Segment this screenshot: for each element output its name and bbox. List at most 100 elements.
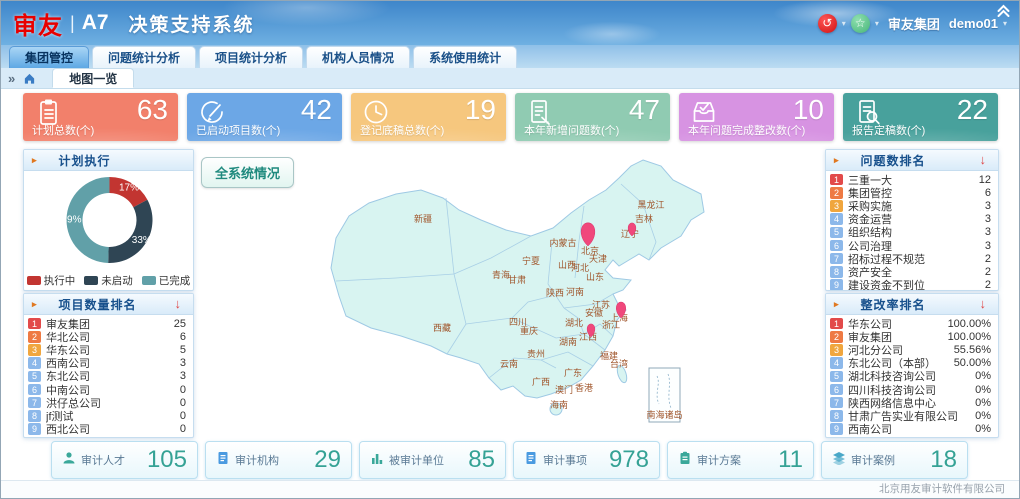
header-right: ↺ ▾ ☆ ▾ 审友集团 demo01 ▾ — [818, 14, 1007, 33]
theme-icon[interactable]: ☆ — [851, 14, 870, 33]
sort-desc-icon[interactable]: ↓ — [175, 296, 182, 311]
rank-badge: 2 — [28, 331, 41, 343]
bottom-stat-6[interactable]: 审计案例18 — [821, 441, 968, 479]
province-label-湖南: 湖南 — [559, 336, 577, 347]
province-label-云南: 云南 — [500, 358, 518, 369]
rank-badge: 3 — [28, 344, 41, 356]
home-icon[interactable] — [23, 72, 36, 85]
province-label-宁夏: 宁夏 — [522, 255, 540, 266]
rank-badge: 9 — [830, 423, 843, 435]
sort-desc-icon[interactable]: ↓ — [980, 152, 987, 167]
province-label-澳门: 澳门 — [555, 384, 573, 395]
bottom-stat-4[interactable]: 审计事项 978 — [513, 441, 660, 479]
panel-header: ▸ 计划执行 — [24, 150, 193, 171]
province-label-广东: 广东 — [564, 367, 582, 378]
donut-legend: 执行中未启动已完成 — [24, 273, 193, 288]
main-tab-4[interactable]: 机构人员情况 — [306, 46, 410, 68]
chevron-down-icon[interactable]: ▾ — [842, 19, 846, 28]
stat-card-label: 计划总数(个) — [32, 122, 94, 138]
rank-badge: 1 — [830, 318, 843, 330]
rank-value: 6 — [180, 331, 186, 343]
collapse-up-icon[interactable] — [996, 4, 1011, 24]
stat-card-label: 报告定稿数(个) — [852, 122, 925, 138]
whole-system-button[interactable]: 全系统情况 — [201, 157, 294, 188]
rank-value: 50.00% — [954, 357, 991, 369]
rank-value: 0% — [975, 370, 991, 382]
rank-value: 5 — [180, 344, 186, 356]
stat-card-label: 本年新增问题数(个) — [524, 122, 619, 138]
province-label-山东: 山东 — [586, 271, 604, 282]
bottom-stat-value: 18 — [930, 446, 957, 474]
province-label-山西: 山西 — [558, 260, 576, 270]
bottom-stat-value: 978 — [609, 446, 649, 474]
bottom-stat-3[interactable]: 被审计单位85 — [359, 441, 506, 479]
rank-value: 3 — [180, 357, 186, 369]
panel-project-rank: ▸ 项目数量排名 ↓ 1审友集团252华北公司63华东公司54西南公司35东北公… — [23, 293, 194, 438]
rank-value: 0% — [975, 384, 991, 396]
sort-desc-icon[interactable]: ↓ — [980, 296, 987, 311]
province-label-重庆: 重庆 — [520, 325, 538, 336]
logo-divider: | — [70, 13, 75, 34]
panel-rectify-rank: ▸ 整改率排名 ↓ 1华东公司100.00%2审友集团100.00%3河北分公司… — [825, 293, 999, 438]
stat-card-1[interactable]: 63 计划总数(个) — [23, 93, 178, 141]
rank-value: 2 — [985, 279, 991, 291]
rank-value: 6 — [985, 187, 991, 199]
stat-card-value: 22 — [957, 94, 988, 126]
panel-marker-icon: ▸ — [32, 155, 37, 166]
stat-card-5[interactable]: 10本年问题完成整改数(个) — [679, 93, 834, 141]
main-tab-3[interactable]: 项目统计分析 — [199, 46, 303, 68]
rank-badge: 5 — [830, 371, 843, 383]
inset-label: 南海诸岛 — [646, 409, 682, 420]
chevron-down-icon[interactable]: ▾ — [875, 19, 879, 28]
province-label-天津: 天津 — [589, 254, 607, 264]
rectify-rank-list: 1华东公司100.00%2审友集团100.00%3河北分公司55.56%4东北公… — [826, 315, 998, 438]
tab-map-overview[interactable]: 地图一览 — [52, 68, 134, 88]
stat-card-4[interactable]: 47本年新增问题数(个) — [515, 93, 670, 141]
panel-marker-icon: ▸ — [834, 299, 839, 310]
rank-row[interactable]: 9西北公司0 — [28, 423, 186, 436]
rank-badge: 5 — [28, 371, 41, 383]
legend-item-已完成[interactable]: 已完成 — [142, 273, 191, 288]
rank-badge: 1 — [830, 174, 843, 186]
legend-item-执行中[interactable]: 执行中 — [27, 273, 76, 288]
main-tab-1[interactable]: 集团管控 — [9, 46, 89, 68]
stat-card-value: 63 — [137, 94, 168, 126]
panel-marker-icon: ▸ — [834, 155, 839, 166]
dashboard-content: 63计划总数(个)42已启动项目数(个)19登记底稿总数(个)47本年新增问题数… — [1, 89, 1019, 480]
rank-row[interactable]: 9建设资金不到位2 — [830, 279, 991, 292]
bottom-stat-2[interactable]: 审计机构29 — [205, 441, 352, 479]
bottom-stat-1[interactable]: 审计人才105 — [51, 441, 198, 479]
panel-issue-rank: ▸ 问题数排名 ↓ 1三重一大122集团管控63采购实施34资金运营35组织结构… — [825, 149, 999, 291]
system-title: 决策支持系统 — [129, 10, 255, 37]
province-label-海南: 海南 — [550, 399, 568, 410]
stat-card-3[interactable]: 19登记底稿总数(个) — [351, 93, 506, 141]
expand-left-icon[interactable]: » — [8, 71, 15, 86]
province-label-黑龙江: 黑龙江 — [637, 199, 664, 210]
main-tab-2[interactable]: 问题统计分析 — [92, 46, 196, 68]
sub-tabbar: » 地图一览 — [1, 68, 1019, 89]
power-icon[interactable]: ↺ — [818, 14, 837, 33]
bottom-stat-value: 11 — [778, 446, 803, 474]
rank-value: 3 — [180, 370, 186, 382]
legend-item-未启动[interactable]: 未启动 — [84, 273, 133, 288]
rank-row[interactable]: 9西南公司0% — [830, 423, 991, 436]
province-label-香港: 香港 — [575, 382, 593, 393]
bottom-stat-label: 审计事项 — [543, 452, 587, 468]
province-label-吉林: 吉林 — [635, 213, 653, 224]
bottom-stat-5[interactable]: 审计方案11 — [667, 441, 814, 479]
province-label-河南: 河南 — [566, 286, 584, 297]
main-tab-5[interactable]: 系统使用统计 — [413, 46, 517, 68]
rank-badge — [28, 437, 41, 438]
panel-marker-icon: ▸ — [32, 299, 37, 310]
panel-header: ▸ 问题数排名 ↓ — [826, 150, 998, 171]
donut-label: 49% — [61, 214, 81, 225]
rank-badge: 7 — [830, 397, 843, 409]
stat-card-2[interactable]: 42已启动项目数(个) — [187, 93, 342, 141]
rank-label: 建设资金不到位 — [848, 277, 981, 291]
stat-card-6[interactable]: 22 报告定稿数(个) — [843, 93, 998, 141]
rank-label: 西北公司 — [46, 421, 176, 437]
user-name[interactable]: demo01 — [949, 16, 998, 31]
stat-card-value: 19 — [465, 94, 496, 126]
donut-slice-未启动[interactable] — [108, 200, 152, 263]
user-org[interactable]: 审友集团 — [888, 14, 940, 33]
